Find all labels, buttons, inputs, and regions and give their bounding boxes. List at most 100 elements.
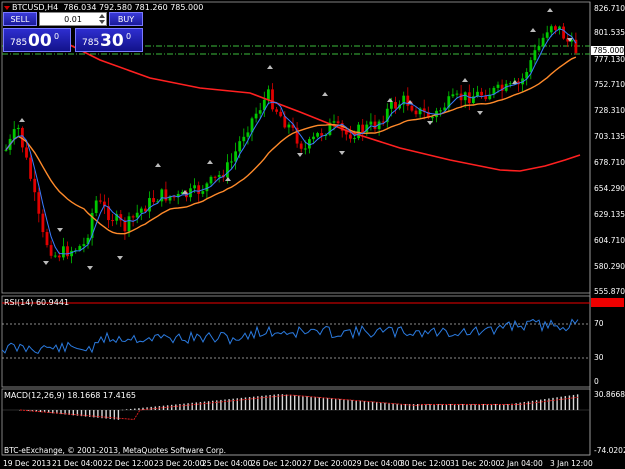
time-axis-label: 21 Dec 04:00 xyxy=(52,459,103,468)
macd-histogram-bar xyxy=(318,397,320,410)
macd-histogram-bar xyxy=(392,403,394,410)
macd-histogram-bar xyxy=(400,404,402,410)
candle-body xyxy=(230,161,233,163)
macd-histogram-bar xyxy=(212,400,214,410)
macd-histogram-bar xyxy=(130,408,132,410)
candle-body xyxy=(361,124,365,133)
candle-body xyxy=(299,143,303,149)
candle-body xyxy=(455,93,459,95)
macd-histogram-bar xyxy=(330,398,333,410)
candle-body xyxy=(209,176,213,184)
candle-body xyxy=(37,192,41,214)
fractal-down-icon xyxy=(43,261,49,265)
candle-body xyxy=(541,37,545,47)
candle-body xyxy=(213,176,217,178)
candle-body xyxy=(439,110,442,112)
candlestick-series xyxy=(4,23,578,264)
macd-histogram-bar xyxy=(195,402,197,410)
candle-body xyxy=(336,121,340,124)
macd-histogram-bar xyxy=(347,399,349,410)
macd-histogram-bar xyxy=(306,396,308,410)
candle-body xyxy=(353,138,356,140)
macd-histogram-bar xyxy=(191,402,193,410)
candle-body xyxy=(357,124,360,139)
symbol-title: BTCUSD,H4 786.034 792.580 781.260 785.00… xyxy=(4,3,203,12)
time-axis-label: 23 Dec 20:00 xyxy=(154,459,205,468)
macd-histogram-bar xyxy=(531,400,534,410)
candle-body xyxy=(4,149,8,151)
symbol-name: BTCUSD,H4 xyxy=(12,3,59,12)
buy-button[interactable]: BUY xyxy=(109,12,143,26)
price-axis-label: 678.710 xyxy=(594,158,625,167)
macd-histogram-bar xyxy=(294,395,296,410)
macd-histogram-bar xyxy=(363,401,366,410)
candle-body xyxy=(242,136,246,142)
fractal-up-icon xyxy=(19,118,25,122)
macd-histogram-bar xyxy=(576,394,579,410)
time-axis-label: 30 Dec 12:00 xyxy=(400,459,451,468)
price-axis-label: 752.710 xyxy=(594,80,625,89)
time-axis-label: 31 Dec 20:00 xyxy=(450,459,501,468)
time-axis-label: 25 Dec 04:00 xyxy=(202,459,253,468)
macd-histogram-bar xyxy=(380,402,382,410)
sell-price-quote[interactable]: 785 00 0 xyxy=(3,28,71,52)
macd-histogram-bar xyxy=(560,396,562,410)
macd-histogram-bar xyxy=(351,400,353,410)
candle-body xyxy=(197,185,201,194)
buy-quote-pips: 30 xyxy=(100,31,124,51)
candle-body xyxy=(205,183,209,192)
macd-histogram-bar xyxy=(371,401,374,410)
candle-body xyxy=(431,117,434,119)
ma-mid-line xyxy=(5,56,577,235)
rsi-line xyxy=(1,318,579,355)
fractal-down-icon xyxy=(57,228,63,232)
macd-histogram-bar xyxy=(527,401,530,410)
fractal-up-icon xyxy=(547,8,553,12)
candle-body xyxy=(217,174,221,178)
macd-histogram-bar xyxy=(396,403,398,410)
candle-body xyxy=(554,26,557,30)
macd-histogram-bar xyxy=(376,402,378,410)
copyright-notice: BTC-eExchange, © 2001-2013, MetaQuotes S… xyxy=(4,446,227,455)
macd-histogram-bar xyxy=(216,400,218,410)
buy-quote-fraction: 0 xyxy=(126,32,132,41)
one-click-trade-panel: SELL BUY 785 00 0 785 30 0 xyxy=(3,12,143,54)
candle-body xyxy=(463,92,467,101)
macd-histogram-bar xyxy=(179,404,181,410)
time-axis-label: 26 Dec 12:00 xyxy=(251,459,302,468)
lot-size-input[interactable] xyxy=(39,12,107,26)
price-axis-label: 604.710 xyxy=(594,236,625,245)
candle-body xyxy=(131,216,135,218)
lot-stepper-icon[interactable] xyxy=(98,13,106,25)
fractal-down-icon xyxy=(477,111,483,115)
macd-histogram-bar xyxy=(359,400,361,410)
macd-histogram-bar xyxy=(367,401,370,410)
candle-body xyxy=(238,141,242,152)
candle-body xyxy=(201,191,205,194)
macd-histogram-bar xyxy=(535,400,538,410)
macd-histogram-bar xyxy=(384,402,386,410)
buy-price-quote[interactable]: 785 30 0 xyxy=(75,28,143,52)
rsi-level-tag: 100.00 xyxy=(591,298,624,307)
candle-body xyxy=(480,91,483,96)
candle-body xyxy=(332,121,336,123)
sell-quote-fraction: 0 xyxy=(54,32,60,41)
candle-body xyxy=(562,26,565,39)
fractal-up-icon xyxy=(207,160,213,164)
sell-quote-pips: 00 xyxy=(28,31,52,51)
candle-body xyxy=(164,189,168,201)
macd-histogram-bar xyxy=(326,397,329,410)
time-axis-label: 2 Jan 04:00 xyxy=(500,459,543,468)
candle-body xyxy=(193,185,196,189)
macd-histogram-bar xyxy=(289,394,292,410)
fractal-up-icon xyxy=(530,28,536,32)
macd-histogram-bar xyxy=(121,409,124,411)
macd-histogram-bar xyxy=(556,397,558,410)
macd-histogram-bar xyxy=(138,408,140,410)
macd-histogram-bar xyxy=(519,402,521,410)
time-axis-label: 27 Dec 20:00 xyxy=(302,459,353,468)
time-axis-label: 29 Dec 04:00 xyxy=(352,459,403,468)
sell-button[interactable]: SELL xyxy=(3,12,37,26)
candle-body xyxy=(279,111,283,117)
symbol-menu-icon[interactable] xyxy=(4,5,10,10)
